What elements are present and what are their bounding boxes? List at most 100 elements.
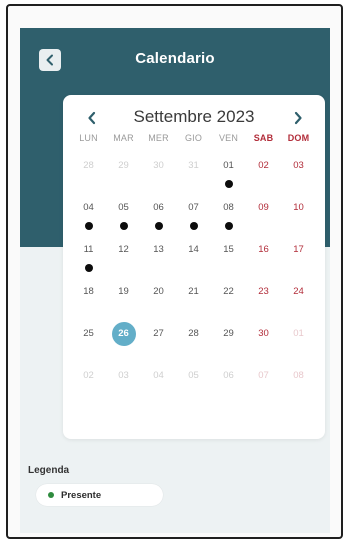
day-number: 04 (83, 202, 94, 213)
calendar-day[interactable]: 06 (141, 192, 176, 234)
next-month-button[interactable] (289, 109, 307, 127)
day-number: 14 (188, 244, 199, 255)
day-number: 27 (153, 328, 164, 339)
calendar-day[interactable]: 07 (176, 192, 211, 234)
attendance-dot-icon (154, 222, 163, 230)
day-number: 18 (83, 286, 94, 297)
calendar-day[interactable]: 28 (71, 150, 106, 192)
attendance-dot-icon (224, 180, 233, 188)
day-number: 06 (153, 202, 164, 213)
day-number: 26 (111, 322, 136, 346)
calendar-day[interactable]: 03 (106, 360, 141, 402)
calendar-day[interactable]: 24 (281, 276, 316, 318)
day-number: 19 (118, 286, 129, 297)
day-number: 02 (83, 370, 94, 381)
app-screen: Calendario Settembre 2023 LUN MAR MER GIO VE… (20, 28, 330, 533)
day-number: 06 (223, 370, 234, 381)
day-number: 24 (293, 286, 304, 297)
day-number: 30 (258, 328, 269, 339)
calendar-day-today[interactable]: 26 (106, 318, 141, 360)
day-number: 09 (258, 202, 269, 213)
calendar-day[interactable]: 30 (246, 318, 281, 360)
legend-color-dot (48, 492, 54, 498)
calendar-day[interactable]: 04 (141, 360, 176, 402)
calendar-day[interactable]: 07 (246, 360, 281, 402)
attendance-dot-icon (224, 222, 233, 230)
day-number: 20 (153, 286, 164, 297)
calendar-day[interactable]: 01 (211, 150, 246, 192)
day-number: 16 (258, 244, 269, 255)
weekday-label: GIO (184, 133, 203, 143)
day-number: 29 (118, 160, 129, 171)
calendar-day[interactable]: 23 (246, 276, 281, 318)
phone-frame: Calendario Settembre 2023 LUN MAR MER GIO VE… (6, 4, 343, 539)
day-number: 30 (153, 160, 164, 171)
calendar-day[interactable]: 12 (106, 234, 141, 276)
calendar-day[interactable]: 13 (141, 234, 176, 276)
weekday-label: MER (148, 133, 169, 143)
legend-item-presente: Presente (36, 484, 163, 506)
day-number: 03 (293, 160, 304, 171)
calendar-day[interactable]: 09 (246, 192, 281, 234)
calendar-day[interactable]: 30 (141, 150, 176, 192)
calendar-card: Settembre 2023 LUN MAR MER GIO VEN SAB DOM 28 2… (63, 95, 325, 439)
weekday-label: VEN (218, 133, 239, 143)
day-number: 05 (188, 370, 199, 381)
month-navigator: Settembre 2023 (63, 107, 325, 129)
day-number: 11 (83, 244, 94, 255)
weekday-label: LUN (79, 133, 98, 143)
calendar-day[interactable]: 14 (176, 234, 211, 276)
calendar-day[interactable]: 02 (71, 360, 106, 402)
calendar-day-grid: 28 29 30 31 01 02 03 04 05 06 07 08 09 10 11 12 13 14 15 16… (71, 150, 316, 402)
day-number: 01 (293, 328, 304, 339)
month-label: Settembre 2023 (133, 107, 255, 126)
page-title: Calendario (135, 50, 215, 67)
day-number: 23 (258, 286, 269, 297)
weekday-label: DOM (287, 133, 310, 143)
calendar-day[interactable]: 08 (211, 192, 246, 234)
calendar-day[interactable]: 16 (246, 234, 281, 276)
day-number: 12 (118, 244, 129, 255)
calendar-day[interactable]: 29 (106, 150, 141, 192)
day-number: 04 (153, 370, 164, 381)
day-number: 29 (223, 328, 234, 339)
calendar-day[interactable]: 28 (176, 318, 211, 360)
day-number: 21 (188, 286, 199, 297)
day-number: 17 (293, 244, 304, 255)
day-number: 07 (188, 202, 199, 213)
calendar-day[interactable]: 27 (141, 318, 176, 360)
calendar-day[interactable]: 20 (141, 276, 176, 318)
day-number: 01 (223, 160, 234, 171)
calendar-day[interactable]: 21 (176, 276, 211, 318)
calendar-day[interactable]: 11 (71, 234, 106, 276)
calendar-day[interactable]: 31 (176, 150, 211, 192)
calendar-day[interactable]: 19 (106, 276, 141, 318)
calendar-day[interactable]: 08 (281, 360, 316, 402)
calendar-day[interactable]: 04 (71, 192, 106, 234)
calendar-day[interactable]: 02 (246, 150, 281, 192)
chevron-right-icon (294, 111, 302, 125)
calendar-day[interactable]: 29 (211, 318, 246, 360)
day-number: 31 (188, 160, 199, 171)
day-number: 28 (188, 328, 199, 339)
calendar-day[interactable]: 15 (211, 234, 246, 276)
calendar-day[interactable]: 22 (211, 276, 246, 318)
day-number: 05 (118, 202, 129, 213)
calendar-day[interactable]: 25 (71, 318, 106, 360)
day-number: 07 (258, 370, 269, 381)
calendar-day[interactable]: 18 (71, 276, 106, 318)
calendar-day[interactable]: 05 (106, 192, 141, 234)
calendar-day[interactable]: 03 (281, 150, 316, 192)
calendar-day[interactable]: 10 (281, 192, 316, 234)
calendar-day[interactable]: 01 (281, 318, 316, 360)
calendar-day[interactable]: 05 (176, 360, 211, 402)
calendar-day[interactable]: 17 (281, 234, 316, 276)
attendance-dot-icon (84, 222, 93, 230)
weekday-label: MAR (113, 133, 134, 143)
day-number: 15 (223, 244, 234, 255)
calendar-day[interactable]: 06 (211, 360, 246, 402)
day-number: 03 (118, 370, 129, 381)
attendance-dot-icon (84, 264, 93, 272)
legend-title: Legenda (28, 465, 70, 476)
attendance-dot-icon (189, 222, 198, 230)
